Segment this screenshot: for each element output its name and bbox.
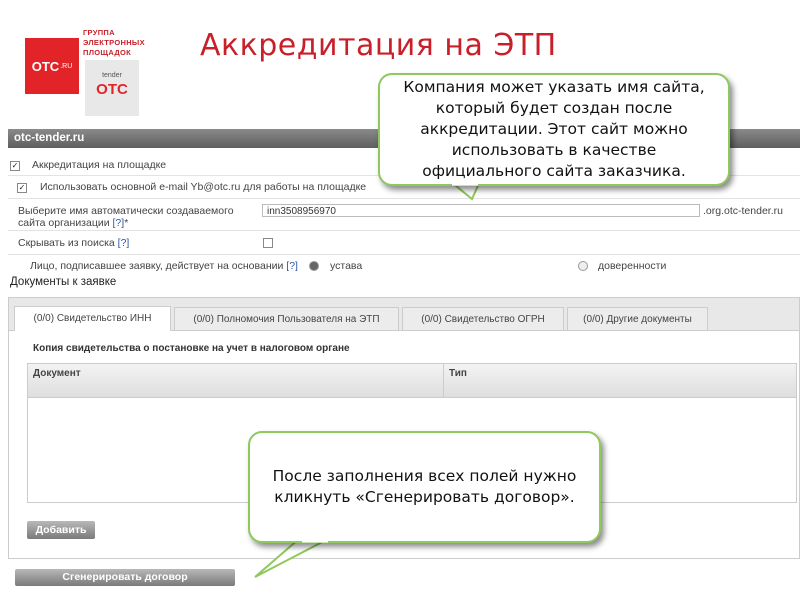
callout-pointer-joins (302, 182, 478, 543)
